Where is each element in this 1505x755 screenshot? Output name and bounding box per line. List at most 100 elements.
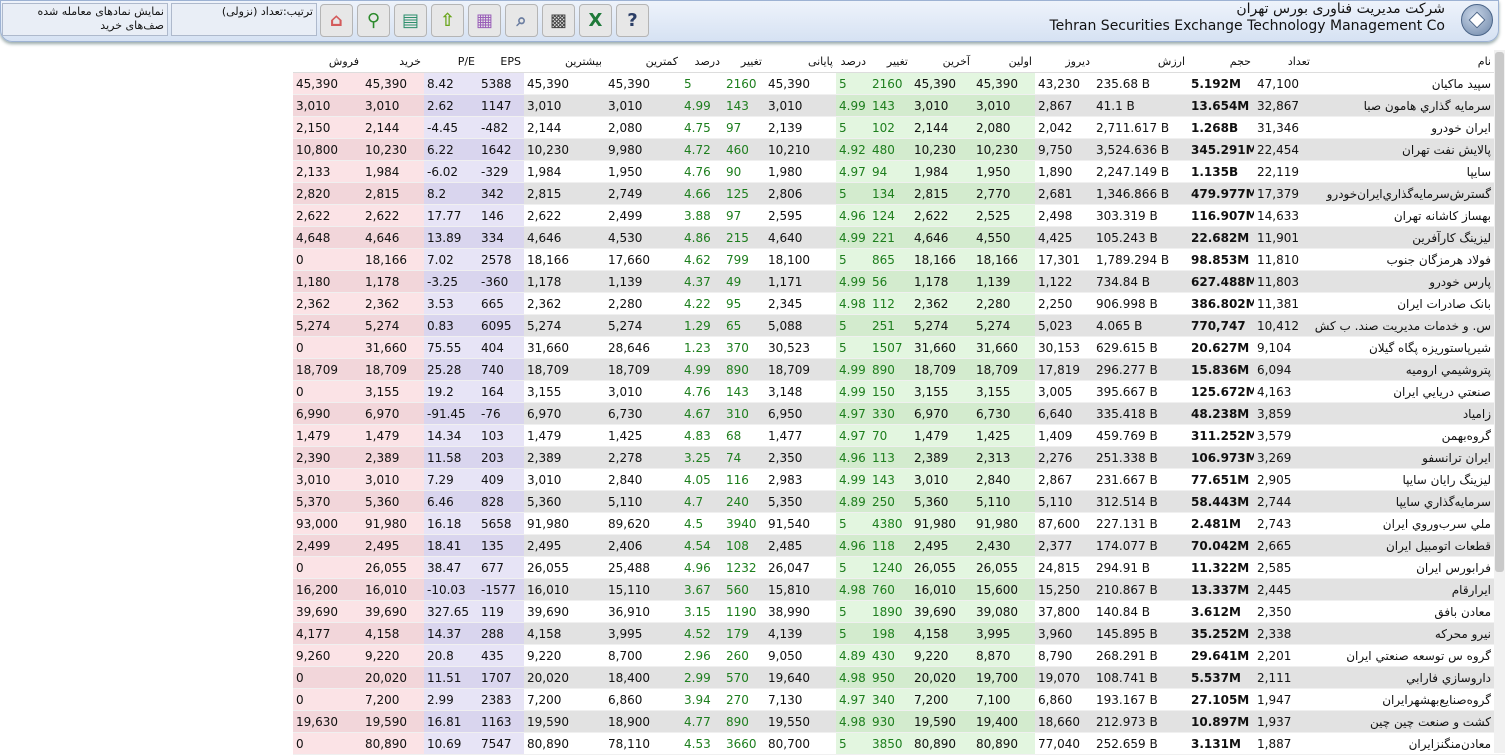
column-header[interactable]: آخرین bbox=[911, 50, 973, 73]
table-cell: 5,110 bbox=[1035, 490, 1093, 513]
column-header[interactable]: حجم bbox=[1188, 50, 1254, 73]
table-row[interactable]: خصدراصنعتي دريايي ايران4,163125.672M395.… bbox=[293, 380, 1505, 403]
table-cell: 5 bbox=[836, 600, 869, 623]
table-cell: 1,139 bbox=[605, 270, 681, 293]
column-header[interactable]: کمترین bbox=[605, 50, 681, 73]
table-cell: 3660 bbox=[723, 732, 765, 755]
column-header[interactable]: فروش bbox=[293, 50, 362, 73]
vertical-scrollbar[interactable] bbox=[1494, 50, 1505, 753]
sort-order-box[interactable]: ترتیب:تعداد (نزولی) bbox=[171, 3, 317, 36]
table-cell: 74 bbox=[723, 446, 765, 469]
column-header[interactable]: بیشترین bbox=[524, 50, 605, 73]
list-button[interactable]: ▤ bbox=[394, 4, 427, 37]
table-row[interactable]: هرمزفولاد هرمزگان جنوب11,81098.853M1,789… bbox=[293, 248, 1505, 271]
table-cell: 97 bbox=[723, 116, 765, 139]
table-row[interactable]: وصناگروه‌صنايع‌بهشهرايران1,94727.105M193… bbox=[293, 688, 1505, 711]
table-row[interactable]: غگيلاشيرپاستوريزه پگاه گيلان9,10420.627M… bbox=[293, 336, 1505, 359]
table-cell: 20.8 bbox=[424, 644, 478, 667]
table-cell: 3.131M bbox=[1188, 732, 1254, 755]
column-header[interactable]: دیروز bbox=[1035, 50, 1093, 73]
table-row[interactable]: خمحرکهنيرو محرکه2,33835.252M145.895 B3,9… bbox=[293, 622, 1505, 645]
table-row[interactable]: فرابورسفرابورس ايران2,58511.322M294.91 B… bbox=[293, 556, 1505, 579]
column-header[interactable]: تغییر bbox=[869, 50, 911, 73]
table-cell: 15,250 bbox=[1035, 578, 1093, 601]
up-arrow-button[interactable]: ⇧ bbox=[431, 4, 464, 37]
display-filter-box[interactable]: نمایش نمادهای معامله شده صف‌های خرید bbox=[2, 3, 168, 36]
column-header[interactable]: درصد bbox=[681, 50, 723, 73]
table-row[interactable]: خودروايران خودرو31,3461.268B2,711.617 B2… bbox=[293, 116, 1505, 139]
calendar-button[interactable]: ▦ bbox=[468, 4, 501, 37]
table-cell: 340 bbox=[869, 688, 911, 711]
table-cell: 1.135B bbox=[1188, 160, 1254, 183]
table-cell: 10.69 bbox=[424, 732, 478, 755]
table-cell: 2,711.617 B bbox=[1093, 116, 1188, 139]
table-body: سپیدسپید ماکیان47,1005.192M235.68 B43,23… bbox=[293, 72, 1505, 755]
table-row[interactable]: مديريتس. و خدمات مديريت صند. ب کش10,4127… bbox=[293, 314, 1505, 337]
table-cell: 6,970 bbox=[524, 402, 605, 425]
table-row[interactable]: خساپاسايپا22,1191.135B2,247.149 B1,8901,… bbox=[293, 160, 1505, 183]
table-row[interactable]: شترانپالايش نفت تهران22,454345.291M3,524… bbox=[293, 138, 1505, 161]
table-row[interactable]: خپارسپارس خودرو11,803627.488M734.84 B1,1… bbox=[293, 270, 1505, 293]
table-cell: 2,983 bbox=[765, 468, 836, 491]
table-row[interactable]: شارومپتروشيمي ارومیه6,09415.836M296.277 … bbox=[293, 358, 1505, 381]
scrollbar-thumb[interactable] bbox=[1495, 52, 1504, 572]
table-cell: 45,390 bbox=[765, 72, 836, 95]
excel-button[interactable]: X bbox=[579, 4, 612, 37]
table-row[interactable]: ولکارليزينگ کارآفرين11,90122.682M105.243… bbox=[293, 226, 1505, 249]
preview-button[interactable]: ⌕ bbox=[505, 4, 538, 37]
table-cell: 2,485 bbox=[765, 534, 836, 557]
column-header[interactable]: خرید bbox=[362, 50, 424, 73]
table-cell: 430 bbox=[869, 644, 911, 667]
table-cell: 2,499 bbox=[605, 204, 681, 227]
table-row[interactable]: وساپاسرمايه‌گذاري سايپا2,74458.443M312.5… bbox=[293, 490, 1505, 513]
table-row[interactable]: ختوقاقطعات اتومبيل ايران2,66570.042M174.… bbox=[293, 534, 1505, 557]
home-icon: ⌂ bbox=[330, 10, 343, 31]
column-header[interactable]: ارزش bbox=[1093, 50, 1188, 73]
table-cell: 2.96 bbox=[681, 644, 723, 667]
table-row[interactable]: کمنگنزمعادن‌منگنزايران1,8873.131M252.659… bbox=[293, 732, 1505, 755]
help-button[interactable]: ? bbox=[616, 4, 649, 37]
table-row[interactable]: تپهسازبهساز کاشانه تهران14,633116.907M30… bbox=[293, 204, 1505, 227]
table-row[interactable]: خگسترگسترش‌سرمايه‌گذاري‌ايران‌خودرو17,37… bbox=[293, 182, 1505, 205]
column-header[interactable]: اولین bbox=[973, 50, 1035, 73]
table-row[interactable]: سپیدسپید ماکیان47,1005.192M235.68 B43,23… bbox=[293, 72, 1505, 95]
table-cell: 890 bbox=[869, 358, 911, 381]
table-cell: 4.52 bbox=[681, 622, 723, 645]
table-cell: 3.94 bbox=[681, 688, 723, 711]
table-row[interactable]: خبهمنگروه‌بهمن3,579311.252M459.769 B1,40… bbox=[293, 424, 1505, 447]
table-row[interactable]: ولساپاليزينگ رايان سايپا2,90577.651M231.… bbox=[293, 468, 1505, 491]
table-cell: 2383 bbox=[478, 688, 524, 711]
table-row[interactable]: غچينکشت و صنعت چين چين1,93710.897M212.97… bbox=[293, 710, 1505, 733]
table-cell: 2,338 bbox=[1254, 622, 1313, 645]
home-button[interactable]: ⌂ bbox=[320, 4, 353, 37]
column-header[interactable]: نام bbox=[1313, 50, 1494, 73]
table-cell: 227.131 B bbox=[1093, 512, 1188, 535]
column-header[interactable]: درصد bbox=[836, 50, 869, 73]
table-row[interactable]: وهامونسرمایه گذاري هامون صبا32,86713.654… bbox=[293, 94, 1505, 117]
table-cell: 4.97 bbox=[836, 160, 869, 183]
table-row[interactable]: مرقامايرارقام2,44513.337M210.867 B15,250… bbox=[293, 578, 1505, 601]
table-cell: 3,010 bbox=[524, 468, 605, 491]
table-row[interactable]: بترانسايران ترانسفو3,269106.973M251.338 … bbox=[293, 446, 1505, 469]
column-header[interactable]: P/E bbox=[424, 50, 478, 73]
table-header-row: نمادنامتعدادحجمارزشدیروزاولینآخرینتغییرد… bbox=[293, 50, 1505, 73]
table-row[interactable]: فسربملي سرب‌وروي ايران2,7432.481M227.131… bbox=[293, 512, 1505, 535]
table-row[interactable]: وبصادربانک صادرات ايران11,381386.802M906… bbox=[293, 292, 1505, 315]
table-cell: 334 bbox=[478, 226, 524, 249]
table-cell: 19,590 bbox=[362, 710, 424, 733]
table-row[interactable]: کبافقمعادن بافق2,3503.612M140.84 B37,800… bbox=[293, 600, 1505, 623]
company-name-cell: بهساز کاشانه تهران bbox=[1313, 204, 1494, 227]
table-row[interactable]: وتوصاگروه س توسعه صنعتي ايران2,20129.641… bbox=[293, 644, 1505, 667]
table-cell: 2,867 bbox=[1035, 94, 1093, 117]
column-header[interactable]: تعداد bbox=[1254, 50, 1313, 73]
column-header[interactable]: پایانی bbox=[765, 50, 836, 73]
column-header[interactable]: تغییر bbox=[723, 50, 765, 73]
table-row[interactable]: خزامیازامياد3,85948.238M335.418 B6,6406,… bbox=[293, 402, 1505, 425]
table-cell: 193.167 B bbox=[1093, 688, 1188, 711]
table-row[interactable]: دفاراداروسازي فارابي2,1115.537M108.741 B… bbox=[293, 666, 1505, 689]
search-button[interactable]: ⚲ bbox=[357, 4, 390, 37]
table-cell: 93,000 bbox=[293, 512, 362, 535]
grid-button[interactable]: ▩ bbox=[542, 4, 575, 37]
column-header[interactable]: EPS bbox=[478, 50, 524, 73]
table-cell: 2,622 bbox=[911, 204, 973, 227]
